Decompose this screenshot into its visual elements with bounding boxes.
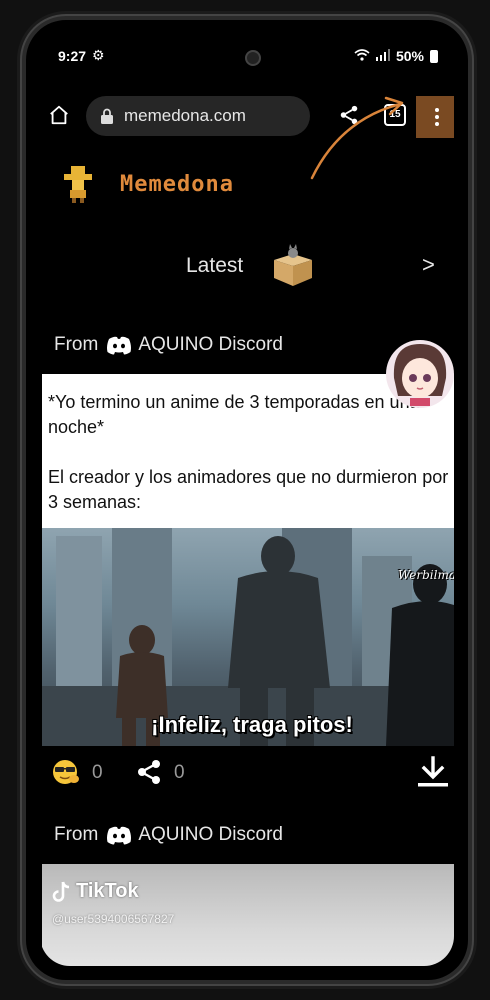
wifi-icon xyxy=(354,48,370,64)
caption-line: El creador y los animadores que no durmi… xyxy=(48,467,449,512)
cardboard-box-cat-icon xyxy=(274,244,312,286)
reaction-count: 0 xyxy=(92,762,103,783)
lock-icon xyxy=(101,108,113,124)
post-source-row: From AQUINO Discord xyxy=(54,818,454,852)
site-name[interactable]: Memedona xyxy=(120,172,234,197)
share-count: 0 xyxy=(174,762,185,783)
url-text: memedona.com xyxy=(124,106,246,125)
meme-post[interactable]: *Yo termino un anime de 3 temporadas en … xyxy=(42,340,454,746)
tiktok-video-post[interactable]: TikTok @user5394006567827 xyxy=(42,864,454,966)
browser-toolbar: memedona.com 15 xyxy=(40,90,454,146)
share-post-icon[interactable] xyxy=(136,758,162,786)
memedona-logo-icon[interactable] xyxy=(60,164,96,204)
anime-girl-watermark xyxy=(386,340,454,408)
site-header: Memedona xyxy=(40,152,454,222)
phone-frame: 9:27 ⚙ 50% memedona.com 15 Memedona Late… xyxy=(22,16,472,984)
discord-icon xyxy=(107,336,132,355)
meme-subtitle: ¡Infeliz, traga pitos! xyxy=(151,712,353,737)
latest-label: Latest xyxy=(186,254,244,277)
from-label: From xyxy=(54,334,99,355)
tiktok-watermark: TikTok xyxy=(52,880,139,903)
latest-section-header: Latest > xyxy=(40,234,454,294)
from-label: From xyxy=(54,824,99,845)
source-name[interactable]: AQUINO Discord xyxy=(138,824,283,846)
share-icon[interactable] xyxy=(338,104,360,126)
tiktok-icon xyxy=(52,881,70,902)
settings-gear-icon: ⚙ xyxy=(92,47,105,63)
discord-icon xyxy=(107,826,132,845)
tiktok-label: TikTok xyxy=(76,880,139,902)
screen: 9:27 ⚙ 50% memedona.com 15 Memedona Late… xyxy=(40,34,454,966)
address-bar[interactable]: memedona.com xyxy=(86,96,310,136)
signal-icon xyxy=(375,48,390,64)
watermark-signature: Werbilma xyxy=(397,568,454,582)
source-name[interactable]: AQUINO Discord xyxy=(138,334,283,356)
battery-percent: 50% xyxy=(395,48,424,64)
front-camera xyxy=(245,50,261,66)
status-indicators: 50% xyxy=(354,48,438,64)
tab-switcher-button[interactable]: 15 xyxy=(384,104,406,126)
status-bar: 9:27 ⚙ 50% xyxy=(40,34,454,78)
download-icon[interactable] xyxy=(416,756,450,788)
status-time: 9:27 xyxy=(58,48,87,64)
tiktok-username: @user5394006567827 xyxy=(52,912,175,926)
battery-icon xyxy=(430,49,438,63)
home-icon[interactable] xyxy=(48,104,70,126)
cool-face-emoji-icon[interactable] xyxy=(50,758,80,786)
more-menu-icon[interactable] xyxy=(416,96,454,138)
next-arrow-button[interactable]: > xyxy=(422,252,435,278)
post-actions: 0 0 xyxy=(40,752,454,792)
meme-image[interactable]: ¡Infeliz, traga pitos! xyxy=(42,528,454,746)
